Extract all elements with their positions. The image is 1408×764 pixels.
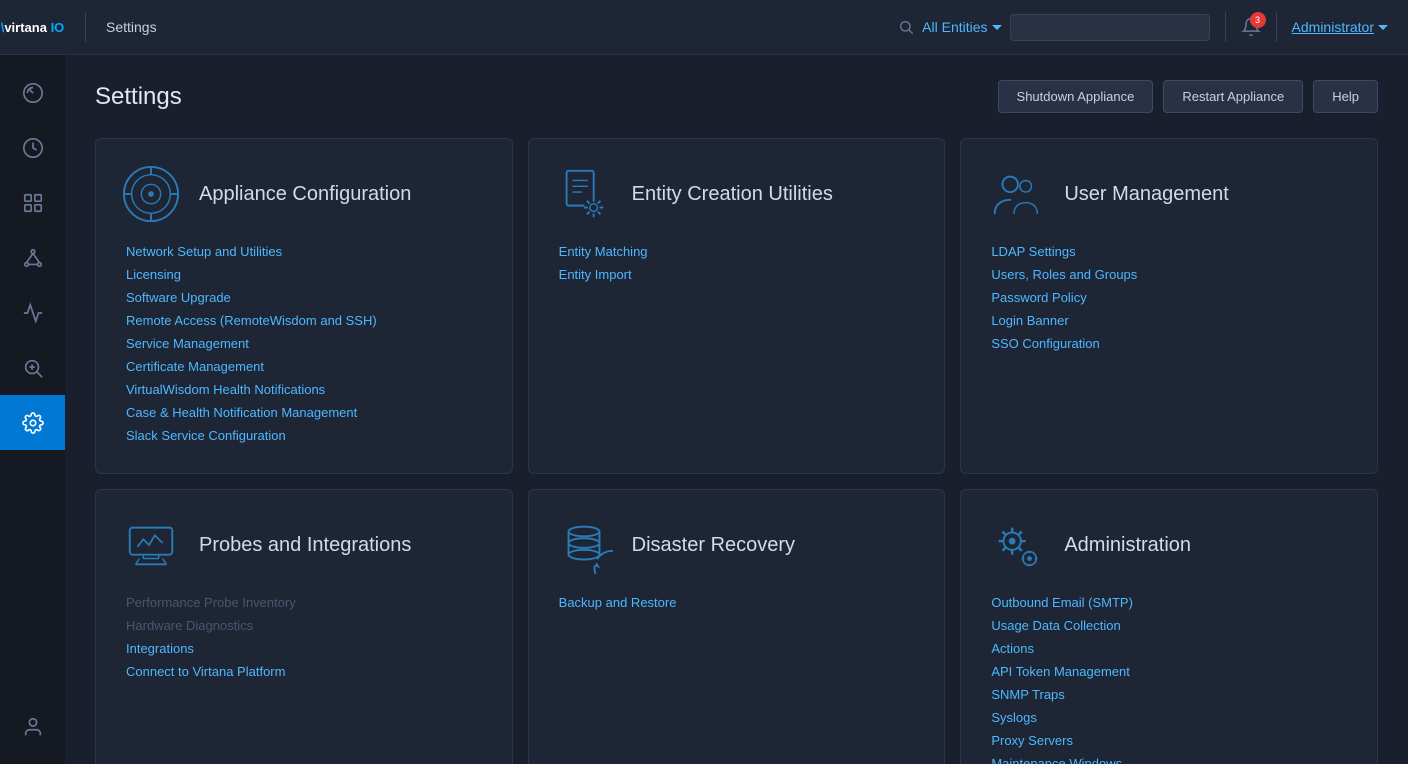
link-password-policy[interactable]: Password Policy [991,290,1352,305]
admin-icon [986,515,1046,575]
link-remote-access[interactable]: Remote Access (RemoteWisdom and SSH) [126,313,487,328]
link-maintenance-windows[interactable]: Maintenance Windows [991,756,1352,764]
card-links-appliance: Network Setup and Utilities Licensing So… [121,244,487,443]
link-integrations[interactable]: Integrations [126,641,487,656]
main-area: Settings All Entities 3 [65,0,1408,764]
card-header-entity: Entity Creation Utilities [554,164,920,224]
settings-grid: Appliance Configuration Network Setup an… [95,138,1378,764]
link-network-setup[interactable]: Network Setup and Utilities [126,244,487,259]
card-links-entity: Entity Matching Entity Import [554,244,920,282]
link-performance-probe: Performance Probe Inventory [126,595,487,610]
sidebar-item-history[interactable] [0,120,65,175]
topnav: Settings All Entities 3 [65,0,1408,55]
sidebar-item-user[interactable] [0,699,65,754]
card-links-probes: Performance Probe Inventory Hardware Dia… [121,595,487,679]
admin-dropdown[interactable]: Administrator [1292,19,1388,35]
card-title-disaster: Disaster Recovery [632,534,795,557]
link-ldap[interactable]: LDAP Settings [991,244,1352,259]
admin-label: Administrator [1292,19,1374,35]
link-certificate-management[interactable]: Certificate Management [126,359,487,374]
link-virtana-platform[interactable]: Connect to Virtana Platform [126,664,487,679]
link-entity-matching[interactable]: Entity Matching [559,244,920,259]
link-syslogs[interactable]: Syslogs [991,710,1352,725]
card-title-admin: Administration [1064,534,1191,557]
page-header: Settings Shutdown Appliance Restart Appl… [95,80,1378,113]
link-usage-data[interactable]: Usage Data Collection [991,618,1352,633]
link-login-banner[interactable]: Login Banner [991,313,1352,328]
link-sso[interactable]: SSO Configuration [991,336,1352,351]
probes-icon [121,515,181,575]
content-area: Settings Shutdown Appliance Restart Appl… [65,55,1408,764]
topnav-search-area: All Entities [898,14,1209,41]
card-entity-creation: Entity Creation Utilities Entity Matchin… [528,138,946,474]
entity-icon [554,164,614,224]
topnav-divider [85,12,86,42]
search-icon [898,19,914,35]
topnav-title: Settings [106,19,157,35]
card-header-disaster: Disaster Recovery [554,515,920,575]
notification-count: 3 [1250,12,1266,28]
card-links-disaster: Backup and Restore [554,595,920,610]
disaster-icon [554,515,614,575]
card-title-entity: Entity Creation Utilities [632,183,833,206]
card-disaster-recovery: Disaster Recovery Backup and Restore [528,489,946,764]
logo: \virtana IO [0,0,65,55]
sidebar-item-settings[interactable] [0,395,65,450]
page-title: Settings [95,83,182,111]
notification-bell[interactable]: 3 [1241,17,1261,37]
entity-label: All Entities [922,19,987,35]
link-users-roles[interactable]: Users, Roles and Groups [991,267,1352,282]
shutdown-button[interactable]: Shutdown Appliance [998,80,1154,113]
sidebar-item-nodes[interactable] [0,230,65,285]
header-buttons: Shutdown Appliance Restart Appliance Hel… [998,80,1378,113]
sidebar-item-analytics[interactable] [0,285,65,340]
card-links-admin: Outbound Email (SMTP) Usage Data Collect… [986,595,1352,764]
link-slack-service[interactable]: Slack Service Configuration [126,428,487,443]
logo-text: \virtana IO [1,20,65,35]
link-outbound-email[interactable]: Outbound Email (SMTP) [991,595,1352,610]
link-actions[interactable]: Actions [991,641,1352,656]
appliance-icon [121,164,181,224]
link-virtualwisdom-health[interactable]: VirtualWisdom Health Notifications [126,382,487,397]
card-links-user: LDAP Settings Users, Roles and Groups Pa… [986,244,1352,351]
card-title-appliance: Appliance Configuration [199,183,411,206]
card-title-user: User Management [1064,183,1229,206]
link-service-management[interactable]: Service Management [126,336,487,351]
chevron-down-icon [992,22,1002,32]
card-user-management: User Management LDAP Settings Users, Rol… [960,138,1378,474]
sidebar-user[interactable] [0,699,65,764]
link-hardware-diagnostics: Hardware Diagnostics [126,618,487,633]
admin-chevron-icon [1378,22,1388,32]
restart-button[interactable]: Restart Appliance [1163,80,1303,113]
card-administration: Administration Outbound Email (SMTP) Usa… [960,489,1378,764]
link-snmp-traps[interactable]: SNMP Traps [991,687,1352,702]
link-api-token[interactable]: API Token Management [991,664,1352,679]
link-software-upgrade[interactable]: Software Upgrade [126,290,487,305]
link-entity-import[interactable]: Entity Import [559,267,920,282]
link-proxy-servers[interactable]: Proxy Servers [991,733,1352,748]
card-title-probes: Probes and Integrations [199,534,411,557]
search-input[interactable] [1010,14,1210,41]
sidebar: \virtana IO [0,0,65,764]
card-appliance-configuration: Appliance Configuration Network Setup an… [95,138,513,474]
help-button[interactable]: Help [1313,80,1378,113]
card-header-user: User Management [986,164,1352,224]
link-licensing[interactable]: Licensing [126,267,487,282]
user-mgmt-icon [986,164,1046,224]
sidebar-item-search[interactable] [0,340,65,395]
card-header-admin: Administration [986,515,1352,575]
topnav-action-divider [1225,12,1226,42]
topnav-actions: 3 Administrator [1225,12,1388,42]
card-header-probes: Probes and Integrations [121,515,487,575]
link-case-health[interactable]: Case & Health Notification Management [126,405,487,420]
sidebar-item-topology[interactable] [0,175,65,230]
sidebar-item-dashboard[interactable] [0,65,65,120]
topnav-admin-divider [1276,12,1277,42]
card-probes: Probes and Integrations Performance Prob… [95,489,513,764]
card-header-appliance: Appliance Configuration [121,164,487,224]
sidebar-nav [0,55,65,699]
link-backup-restore[interactable]: Backup and Restore [559,595,920,610]
entity-dropdown[interactable]: All Entities [922,19,1001,35]
